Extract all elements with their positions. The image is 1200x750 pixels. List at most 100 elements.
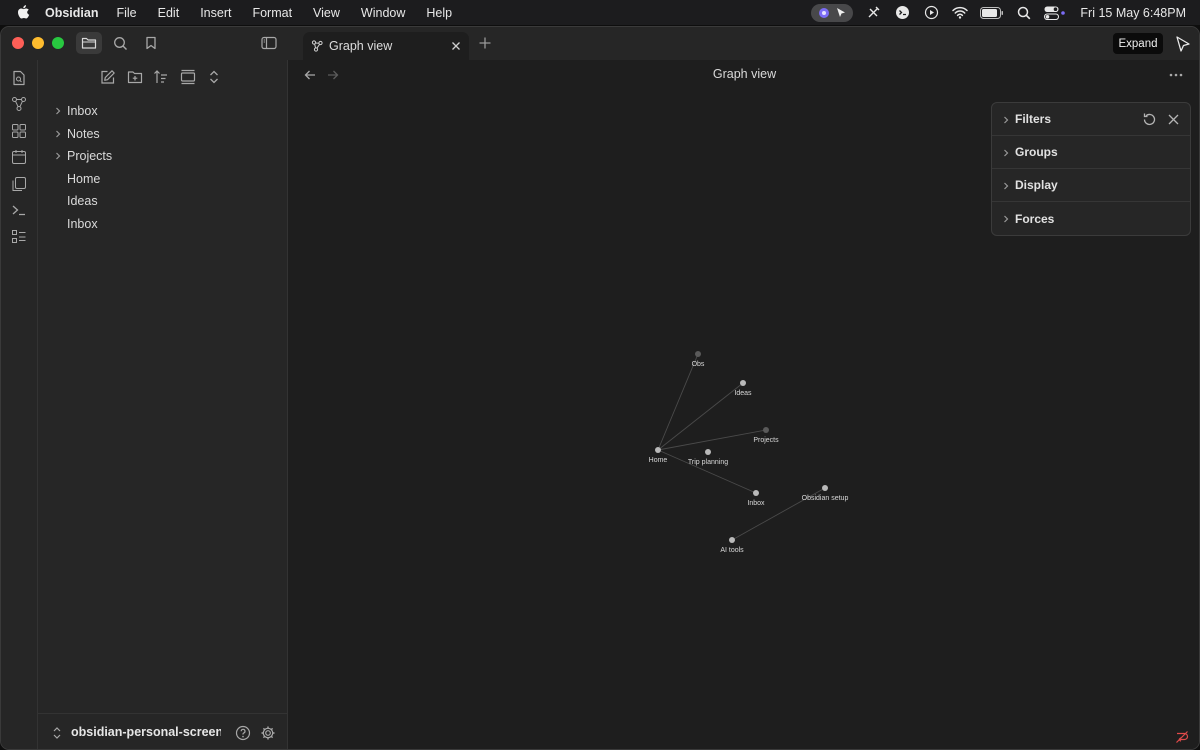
chevron-right-icon [56, 107, 61, 115]
cursor-pointer-icon[interactable] [1173, 35, 1193, 53]
display-section[interactable]: Display [992, 169, 1190, 202]
menu-app-name[interactable]: Obsidian [45, 6, 98, 20]
battery-icon[interactable] [980, 5, 1004, 21]
canvas-icon[interactable] [11, 123, 27, 139]
settings-gear-icon[interactable] [260, 725, 276, 741]
expand-collapse-icon[interactable] [206, 69, 222, 85]
more-options-icon[interactable] [1168, 69, 1184, 81]
cursor-arrow-icon [836, 7, 845, 17]
sync-status-icon[interactable] [1175, 730, 1189, 744]
folder-inbox[interactable]: Inbox [38, 100, 288, 123]
files-view-button[interactable] [76, 32, 102, 54]
menu-help[interactable]: Help [426, 6, 452, 20]
templates-icon[interactable] [11, 176, 27, 192]
tab-graph-view[interactable]: Graph view [303, 32, 469, 60]
explorer-toolbar [100, 69, 233, 85]
apple-icon[interactable] [16, 4, 30, 20]
vault-switcher[interactable]: obsidian-personal-screens... [38, 713, 288, 749]
graph-icon [311, 40, 323, 52]
file-ideas[interactable]: Ideas [38, 190, 288, 213]
filters-section[interactable]: Filters [992, 103, 1190, 136]
search-button[interactable] [107, 32, 133, 54]
menu-format[interactable]: Format [252, 6, 292, 20]
tree-item-label: Inbox [67, 216, 98, 231]
calendar-icon[interactable] [11, 149, 27, 165]
folder-notes[interactable]: Notes [38, 123, 288, 146]
chevron-updown-icon [53, 727, 61, 739]
menu-window[interactable]: Window [361, 6, 405, 20]
section-label: Filters [1015, 112, 1052, 126]
control-center-icon[interactable] [1044, 5, 1066, 21]
graph-node-setup[interactable] [822, 485, 828, 491]
forces-section[interactable]: Forces [992, 202, 1190, 235]
menu-file[interactable]: File [116, 6, 136, 20]
graph-node-label: Inbox [747, 500, 765, 507]
window-close-button[interactable] [12, 37, 24, 49]
window-minimize-button[interactable] [32, 37, 44, 49]
new-tab-icon[interactable] [477, 35, 493, 51]
graph-node-ai[interactable] [729, 537, 735, 543]
graph-edge [657, 449, 757, 494]
graph-node-projects[interactable] [763, 427, 769, 433]
file-home[interactable]: Home [38, 168, 288, 191]
obsidian-window: Graph view Expand Inbox Notes Projects H… [0, 26, 1200, 750]
view-title: Graph view [712, 67, 777, 81]
graph-node-label: Trip planning [688, 459, 728, 466]
spotlight-search-icon[interactable] [1015, 5, 1033, 21]
folder-icon [81, 37, 97, 49]
auto-reveal-icon[interactable] [180, 69, 196, 85]
outline-icon[interactable] [11, 229, 27, 245]
focus-icon[interactable] [864, 5, 882, 21]
terminal-icon[interactable] [11, 202, 27, 218]
stop-recording-icon [818, 7, 829, 18]
chevron-right-icon [56, 152, 61, 160]
close-icon[interactable] [1166, 112, 1181, 127]
graph-node-home[interactable] [655, 447, 661, 453]
graph-node-inbox[interactable] [753, 490, 759, 496]
tree-item-label: Projects [67, 149, 113, 164]
tree-item-label: Inbox [67, 104, 98, 119]
menu-edit[interactable]: Edit [158, 6, 180, 20]
wifi-icon[interactable] [951, 5, 969, 21]
file-inbox[interactable]: Inbox [38, 213, 288, 236]
section-label: Groups [1015, 145, 1058, 159]
menu-clock[interactable]: Fri 15 May 6:48PM [1080, 6, 1186, 20]
new-note-icon[interactable] [100, 69, 116, 85]
tree-item-label: Home [67, 171, 101, 186]
graph-edge [657, 353, 699, 451]
close-tab-icon[interactable] [449, 39, 463, 53]
graph-node-label: Projects [753, 437, 779, 444]
search-icon [113, 36, 127, 50]
folder-projects[interactable]: Projects [38, 145, 288, 168]
groups-section[interactable]: Groups [992, 136, 1190, 169]
graph-node-trip[interactable] [705, 449, 711, 455]
screen-recording-pill[interactable] [811, 3, 854, 22]
tab-label: Graph view [329, 39, 393, 53]
graph-node-label: Ideas [734, 390, 752, 397]
chevron-right-icon [56, 130, 61, 137]
graph-controls-panel: Filters Groups Display Forces [991, 102, 1191, 236]
menu-insert[interactable]: Insert [200, 6, 231, 20]
new-folder-icon[interactable] [127, 69, 143, 85]
graph-view-icon[interactable] [11, 96, 27, 112]
menu-view[interactable]: View [313, 6, 340, 20]
graph-view-pane: Obs Ideas Projects Home Trip planning Inbox Ob… [288, 60, 1199, 749]
bookmarks-button[interactable] [138, 32, 164, 54]
play-icon[interactable] [922, 5, 940, 21]
window-maximize-button[interactable] [52, 37, 64, 49]
quick-switcher-icon[interactable] [11, 70, 27, 86]
section-label: Display [1015, 178, 1058, 192]
chevron-right-icon [1004, 215, 1009, 223]
chevron-right-icon [1004, 149, 1009, 157]
help-icon[interactable] [235, 725, 251, 741]
graph-node-ideas[interactable] [740, 380, 746, 386]
sort-order-icon[interactable] [153, 69, 169, 85]
graph-node-obs[interactable] [695, 351, 701, 357]
expand-tooltip: Expand [1113, 33, 1163, 54]
toggle-left-sidebar-button[interactable] [256, 32, 282, 54]
bookmark-icon [146, 36, 156, 50]
reset-icon[interactable] [1142, 112, 1157, 127]
sidebar-left-icon [261, 36, 277, 50]
app-status-icon[interactable] [893, 5, 911, 21]
title-bar: Graph view Expand [1, 27, 1199, 60]
